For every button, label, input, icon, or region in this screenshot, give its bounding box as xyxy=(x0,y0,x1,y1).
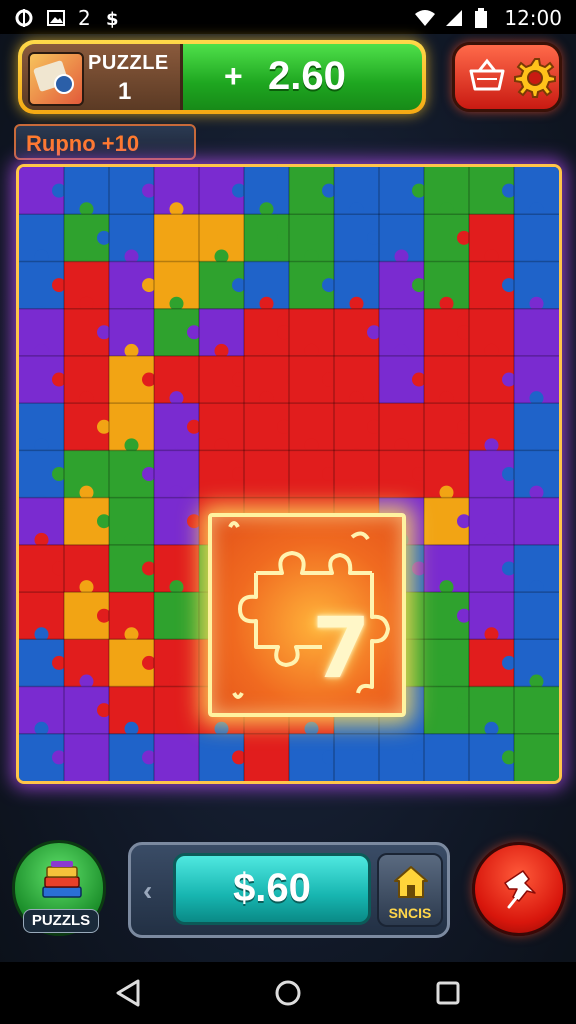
puzzle-board[interactable]: 7 xyxy=(16,164,562,784)
battery-icon xyxy=(474,8,494,28)
puzzle-piece[interactable] xyxy=(424,733,470,781)
puzzle-piece[interactable] xyxy=(514,308,559,357)
puzzle-piece[interactable] xyxy=(514,403,559,451)
puzzle-piece[interactable] xyxy=(154,733,200,781)
status-bar: 2 $ 12:00 xyxy=(0,0,576,34)
books-icon xyxy=(41,861,83,906)
level-badge: Rupno +10 xyxy=(14,124,196,160)
shop-label: SNCIS xyxy=(388,905,432,921)
price-button[interactable]: $.60 xyxy=(173,853,371,925)
svg-text:$: $ xyxy=(106,9,119,28)
puzzle-label: PUZZLE xyxy=(88,52,169,74)
house-icon xyxy=(393,863,429,904)
wifi-icon xyxy=(414,8,436,28)
puzzle-piece[interactable] xyxy=(514,497,559,546)
puzzle-piece[interactable] xyxy=(514,214,559,262)
gear-icon[interactable] xyxy=(513,55,557,104)
puzzle-piece[interactable] xyxy=(514,592,559,640)
clock: 12:00 xyxy=(504,6,562,30)
back-icon[interactable] xyxy=(114,978,142,1013)
puzzle-number: 1 xyxy=(118,78,132,105)
shop-button[interactable]: SNCIS xyxy=(377,853,443,927)
puzzle-info-panel[interactable]: PUZZLE 1 xyxy=(22,44,183,110)
basket-icon[interactable] xyxy=(467,57,507,102)
recents-icon[interactable] xyxy=(434,978,462,1013)
chevron-left-icon[interactable]: ‹ xyxy=(143,875,152,907)
hint-action-button[interactable] xyxy=(472,842,566,936)
puzzle-piece[interactable] xyxy=(334,733,380,781)
puzzle-collection-button[interactable]: PUZZLS xyxy=(12,840,106,936)
puzzle-piece[interactable] xyxy=(244,733,290,781)
collection-label: PUZZLS xyxy=(23,909,99,933)
puzzle-piece[interactable] xyxy=(514,733,559,781)
score-plus-sign: + xyxy=(224,58,243,94)
navigation-bar xyxy=(0,962,576,1024)
signal-icon xyxy=(444,8,464,28)
highlighted-puzzle-tile[interactable]: 7 xyxy=(208,513,406,717)
price-value: $.60 xyxy=(233,866,311,910)
status-digit: 2 xyxy=(78,6,91,30)
puzzle-piece[interactable] xyxy=(64,733,110,781)
center-mark: 7 xyxy=(312,599,371,697)
pin-icon xyxy=(499,867,543,916)
image-icon xyxy=(46,8,66,28)
level-text: Rupno +10 xyxy=(26,131,140,156)
sync-icon xyxy=(14,8,34,28)
tile-outline-shape xyxy=(228,521,390,699)
dollar-icon: $ xyxy=(103,8,123,30)
puzzle-score-hud: PUZZLE 1 + 2.60 xyxy=(18,40,426,114)
puzzle-thumbnail xyxy=(28,52,84,106)
score-value: 2.60 xyxy=(268,54,346,98)
price-bar: ‹ $.60 SNCIS xyxy=(128,842,450,938)
home-icon[interactable] xyxy=(273,978,303,1013)
puzzle-piece[interactable] xyxy=(514,686,559,735)
shop-settings-panel xyxy=(452,42,562,112)
